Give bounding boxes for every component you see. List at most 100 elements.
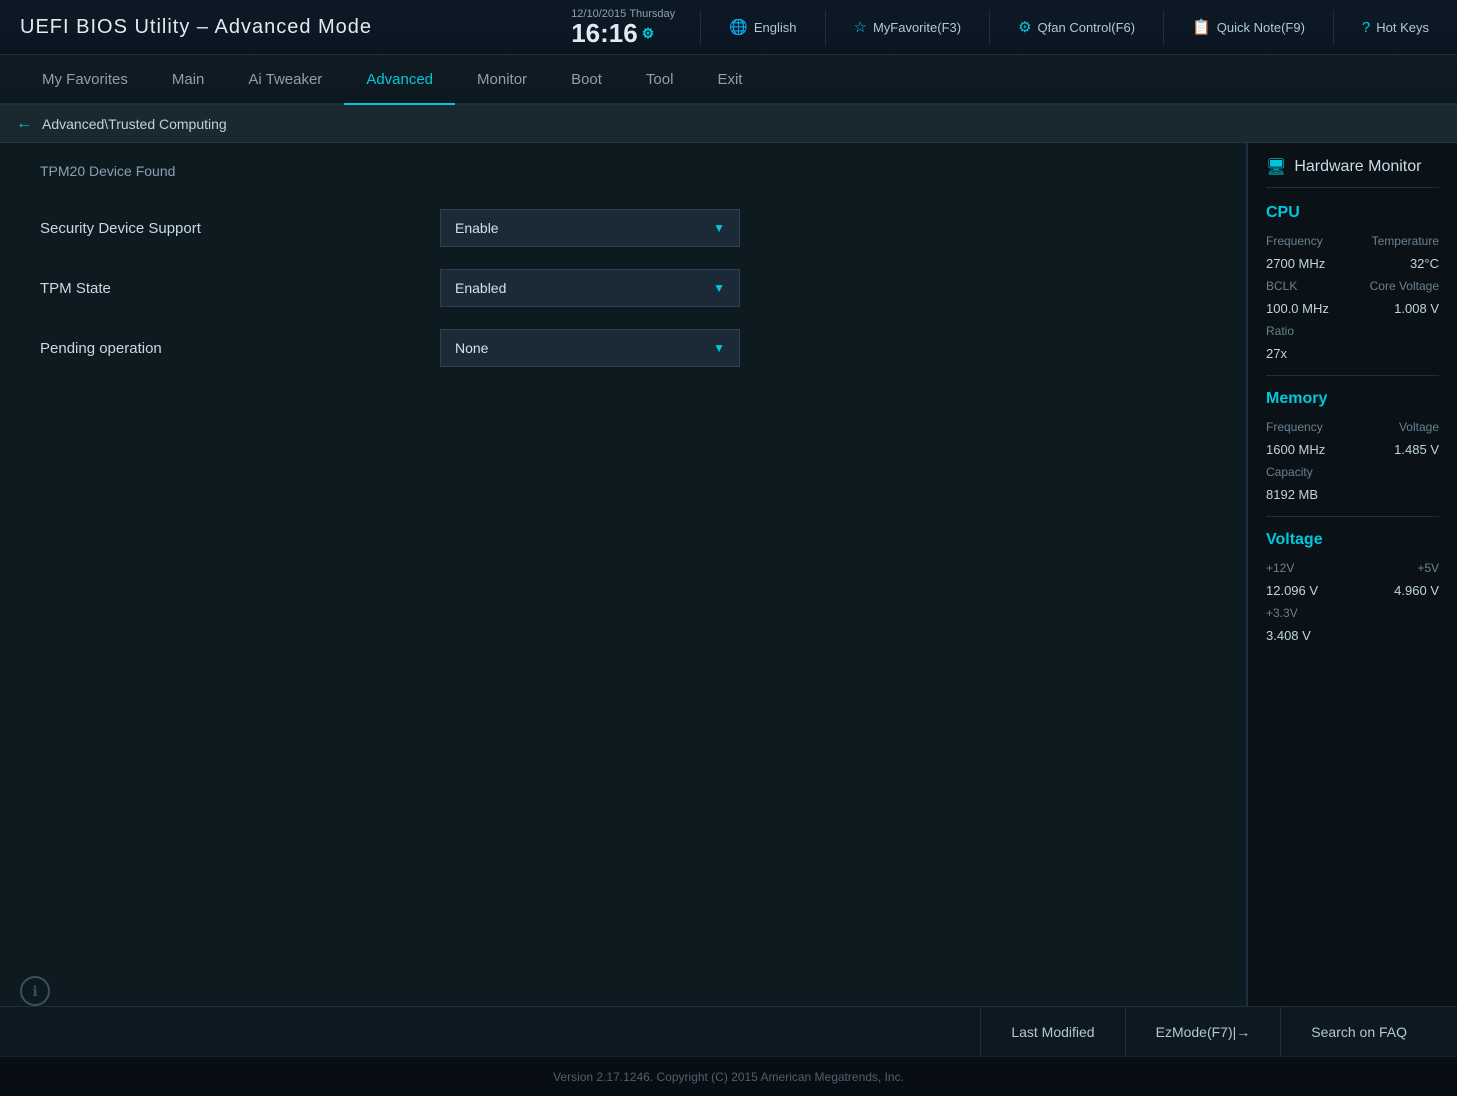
nav-advanced[interactable]: Advanced <box>344 55 455 105</box>
memory-frequency-label: Frequency <box>1266 420 1323 434</box>
memory-capacity-value-row: 8192 MB <box>1266 487 1439 502</box>
datetime-display: 12/10/2015 Thursday 16:16 ⚙ <box>571 8 675 46</box>
note-icon: 📋 <box>1192 18 1211 36</box>
dropdown-arrow-icon: ▼ <box>713 221 725 235</box>
tpm-state-select[interactable]: Enabled ▼ <box>440 269 740 307</box>
tpm-state-label: TPM State <box>40 280 440 297</box>
header: UEFI BIOS Utility – Advanced Mode 12/10/… <box>0 0 1457 55</box>
security-device-support-dropdown[interactable]: Enable ▼ <box>440 209 740 247</box>
nav-ai-tweaker[interactable]: Ai Tweaker <box>226 55 344 105</box>
voltage-33v-label: +3.3V <box>1266 606 1298 620</box>
cpu-frequency-value-row: 2700 MHz 32°C <box>1266 256 1439 271</box>
cpu-bclk-label: BCLK <box>1266 279 1297 293</box>
header-divider-2 <box>825 10 826 45</box>
breadcrumb: ← Advanced\Trusted Computing <box>0 105 1457 143</box>
english-btn[interactable]: 🌐 English <box>721 14 804 40</box>
footer: Version 2.17.1246. Copyright (C) 2015 Am… <box>0 1056 1457 1096</box>
voltage-33v-value: 3.408 V <box>1266 628 1311 643</box>
footer-text: Version 2.17.1246. Copyright (C) 2015 Am… <box>553 1070 904 1084</box>
voltage-12v-label: +12V <box>1266 561 1294 575</box>
nav-my-favorites[interactable]: My Favorites <box>20 55 150 105</box>
cpu-frequency-row: Frequency Temperature <box>1266 234 1439 248</box>
memory-freq-label-row: Frequency Voltage <box>1266 420 1439 434</box>
header-divider-4 <box>1163 10 1164 45</box>
cpu-ratio-label: Ratio <box>1266 324 1294 338</box>
cpu-core-voltage-value: 1.008 V <box>1394 301 1439 316</box>
cpu-bclk-row: BCLK Core Voltage <box>1266 279 1439 293</box>
app-title: UEFI BIOS Utility – Advanced Mode <box>20 16 372 39</box>
memory-voltage-divider <box>1266 516 1439 517</box>
cpu-core-voltage-label: Core Voltage <box>1370 279 1439 293</box>
favorite-icon: ☆ <box>854 18 867 36</box>
memory-voltage-value: 1.485 V <box>1394 442 1439 457</box>
time-display: 16:16 ⚙ <box>571 20 654 46</box>
nav-boot[interactable]: Boot <box>549 55 624 105</box>
pending-operation-row: Pending operation None ▼ <box>30 329 1216 367</box>
globe-icon: 🌐 <box>729 18 748 36</box>
ezmode-btn[interactable]: EzMode(F7)|→ <box>1125 1007 1281 1057</box>
search-faq-btn[interactable]: Search on FAQ <box>1280 1007 1437 1057</box>
cpu-temperature-label: Temperature <box>1372 234 1439 248</box>
fan-icon: ⚙ <box>1018 18 1031 36</box>
voltage-33v-value-row: 3.408 V <box>1266 628 1439 643</box>
hardware-monitor-sidebar: 🖥 Hardware Monitor CPU Frequency Tempera… <box>1247 143 1457 1006</box>
settings-gear-icon[interactable]: ⚙ <box>642 26 655 40</box>
dropdown-arrow-icon-2: ▼ <box>713 281 725 295</box>
qfan-btn[interactable]: ⚙ Qfan Control(F6) <box>1010 14 1143 40</box>
header-divider-5 <box>1333 10 1334 45</box>
cpu-memory-divider <box>1266 375 1439 376</box>
bottom-bar: Last Modified EzMode(F7)|→ Search on FAQ <box>0 1006 1457 1056</box>
info-button[interactable]: ℹ <box>20 976 50 1006</box>
memory-capacity-label: Capacity <box>1266 465 1313 479</box>
security-device-support-row: Security Device Support Enable ▼ <box>30 209 1216 247</box>
nav-bar: My Favorites Main Ai Tweaker Advanced Mo… <box>0 55 1457 105</box>
header-divider-1 <box>700 10 701 45</box>
header-divider-3 <box>989 10 990 45</box>
quicknote-btn[interactable]: 📋 Quick Note(F9) <box>1184 14 1313 40</box>
dropdown-arrow-icon-3: ▼ <box>713 341 725 355</box>
voltage-5v-value: 4.960 V <box>1394 583 1439 598</box>
nav-tool[interactable]: Tool <box>624 55 696 105</box>
cpu-bclk-value-row: 100.0 MHz 1.008 V <box>1266 301 1439 316</box>
sidebar-title: 🖥 Hardware Monitor <box>1266 157 1439 188</box>
voltage-12v-value: 12.096 V <box>1266 583 1318 598</box>
pending-operation-dropdown[interactable]: None ▼ <box>440 329 740 367</box>
cpu-ratio-row: Ratio <box>1266 324 1439 338</box>
memory-capacity-label-row: Capacity <box>1266 465 1439 479</box>
cpu-frequency-label: Frequency <box>1266 234 1323 248</box>
nav-monitor[interactable]: Monitor <box>455 55 549 105</box>
memory-section-header: Memory <box>1266 390 1439 408</box>
tpm-state-dropdown[interactable]: Enabled ▼ <box>440 269 740 307</box>
header-controls: 12/10/2015 Thursday 16:16 ⚙ 🌐 English ☆ … <box>571 8 1437 46</box>
voltage-section-header: Voltage <box>1266 531 1439 549</box>
voltage-12v-value-row: 12.096 V 4.960 V <box>1266 583 1439 598</box>
tpm-state-row: TPM State Enabled ▼ <box>30 269 1216 307</box>
main-layout: TPM20 Device Found Security Device Suppo… <box>0 143 1457 1006</box>
memory-frequency-value: 1600 MHz <box>1266 442 1325 457</box>
tpm-found-text: TPM20 Device Found <box>30 163 1216 179</box>
voltage-33v-label-row: +3.3V <box>1266 606 1439 620</box>
pending-operation-select[interactable]: None ▼ <box>440 329 740 367</box>
pending-operation-label: Pending operation <box>40 340 440 357</box>
nav-exit[interactable]: Exit <box>695 55 764 105</box>
memory-capacity-value: 8192 MB <box>1266 487 1318 502</box>
content-area: TPM20 Device Found Security Device Suppo… <box>0 143 1247 1006</box>
cpu-ratio-value: 27x <box>1266 346 1287 361</box>
myfavorite-btn[interactable]: ☆ MyFavorite(F3) <box>846 14 970 40</box>
cpu-frequency-value: 2700 MHz <box>1266 256 1325 271</box>
security-device-support-select[interactable]: Enable ▼ <box>440 209 740 247</box>
cpu-section-header: CPU <box>1266 204 1439 222</box>
cpu-temperature-value: 32°C <box>1410 256 1439 271</box>
memory-freq-value-row: 1600 MHz 1.485 V <box>1266 442 1439 457</box>
cpu-ratio-value-row: 27x <box>1266 346 1439 361</box>
last-modified-btn[interactable]: Last Modified <box>980 1007 1124 1057</box>
monitor-icon: 🖥 <box>1266 157 1286 177</box>
cpu-bclk-value: 100.0 MHz <box>1266 301 1329 316</box>
back-arrow-icon[interactable]: ← <box>16 115 32 133</box>
hotkeys-btn[interactable]: ? Hot Keys <box>1354 15 1437 40</box>
memory-voltage-label: Voltage <box>1399 420 1439 434</box>
security-device-support-label: Security Device Support <box>40 220 440 237</box>
nav-main[interactable]: Main <box>150 55 227 105</box>
voltage-12v-label-row: +12V +5V <box>1266 561 1439 575</box>
voltage-5v-label: +5V <box>1417 561 1439 575</box>
